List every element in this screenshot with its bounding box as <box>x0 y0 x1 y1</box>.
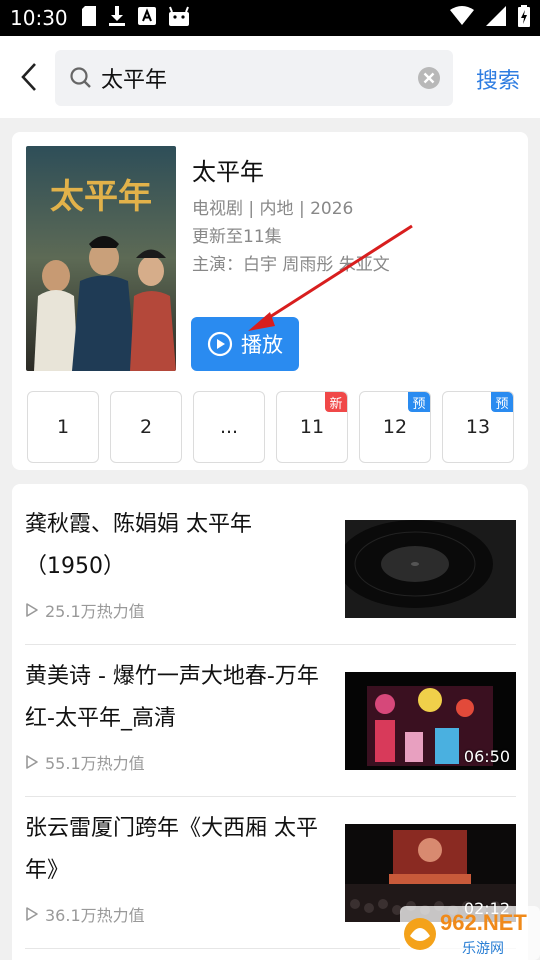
poster-title-art: 太平年 <box>50 177 152 217</box>
android-icon <box>168 6 190 30</box>
status-bar: 10:30 <box>0 0 540 36</box>
search-button[interactable]: 搜索 <box>476 63 520 95</box>
search-header: 太平年 搜索 <box>0 36 540 118</box>
episode-list: 1 2 ... 11 新 12 预 13 预 <box>27 391 517 463</box>
episode-more-button[interactable]: ... <box>193 391 265 463</box>
episode-number: 2 <box>139 416 153 438</box>
clear-icon[interactable] <box>417 66 441 90</box>
search-box[interactable]: 太平年 <box>55 50 453 106</box>
video-duration: 06:50 <box>463 747 510 766</box>
video-title: 黄美诗 - 爆竹一声大地春-万年红-太平年_高清 <box>25 664 319 731</box>
new-badge: 新 <box>325 392 347 412</box>
video-result-item[interactable]: 龚秋霞、陈娟娟 太平年（1950） 25.1万热力值 <box>12 484 528 636</box>
episode-button[interactable]: 2 <box>110 391 182 463</box>
preview-badge: 预 <box>491 392 513 412</box>
download-icon <box>108 6 126 30</box>
video-thumbnail[interactable]: 06:50 <box>345 672 516 770</box>
play-count-icon <box>26 603 38 617</box>
show-card: 太平年 太平年 电视剧 | 内地 | 2026 更新至11集 主演：白宇 周雨彤… <box>12 132 528 470</box>
show-update-status: 更新至11集 <box>192 227 282 247</box>
watermark-main: 962.NET <box>440 910 527 935</box>
play-icon <box>207 331 233 357</box>
heat-count: 36.1万热力值 <box>25 902 145 926</box>
chevron-left-icon <box>21 63 36 91</box>
video-title: 龚秋霞、陈娟娟 太平年（1950） <box>25 512 252 579</box>
video-result-item[interactable]: 黄美诗 - 爆竹一声大地春-万年红-太平年_高清 55.1万热力值 06:50 <box>12 636 528 788</box>
site-watermark: 962.NET 乐游网 <box>400 906 540 960</box>
battery-icon <box>518 5 530 31</box>
heat-count: 25.1万热力值 <box>25 598 145 622</box>
episode-number: 13 <box>465 416 491 438</box>
play-button[interactable]: 播放 <box>191 317 299 371</box>
preview-badge: 预 <box>408 392 430 412</box>
search-icon <box>70 67 91 88</box>
heat-count: 55.1万热力值 <box>25 750 145 774</box>
episode-number: ... <box>219 416 239 438</box>
episode-button[interactable]: 11 新 <box>276 391 348 463</box>
episode-button[interactable]: 12 预 <box>359 391 431 463</box>
show-title: 太平年 <box>192 158 264 186</box>
wifi-icon <box>450 6 474 30</box>
episode-button[interactable]: 1 <box>27 391 99 463</box>
video-thumbnail[interactable] <box>345 520 516 618</box>
play-count-icon <box>26 755 38 769</box>
play-count-icon <box>26 907 38 921</box>
app-a-icon <box>137 7 156 29</box>
show-poster[interactable]: 太平年 <box>26 146 176 371</box>
heat-value: 36.1万热力值 <box>45 906 145 925</box>
show-meta: 电视剧 | 内地 | 2026 <box>192 199 354 219</box>
episode-number: 11 <box>299 416 325 438</box>
show-cast: 主演：白宇 周雨彤 朱亚文 <box>192 255 390 275</box>
play-label: 播放 <box>241 333 283 357</box>
watermark-sub: 乐游网 <box>462 941 504 957</box>
episode-button[interactable]: 13 预 <box>442 391 514 463</box>
episode-number: 1 <box>56 416 70 438</box>
heat-value: 25.1万热力值 <box>45 602 145 621</box>
heat-value: 55.1万热力值 <box>45 754 145 773</box>
search-input[interactable]: 太平年 <box>101 62 167 94</box>
back-button[interactable] <box>12 58 46 96</box>
video-title: 张云雷厦门跨年《大西厢 太平年》 <box>25 816 318 883</box>
video-results-list: 龚秋霞、陈娟娟 太平年（1950） 25.1万热力值 黄美诗 - 爆竹一声大地春… <box>12 484 528 960</box>
sim-card-icon <box>81 6 96 30</box>
status-time: 10:30 <box>10 6 68 30</box>
signal-icon <box>486 6 506 30</box>
episode-number: 12 <box>382 416 408 438</box>
